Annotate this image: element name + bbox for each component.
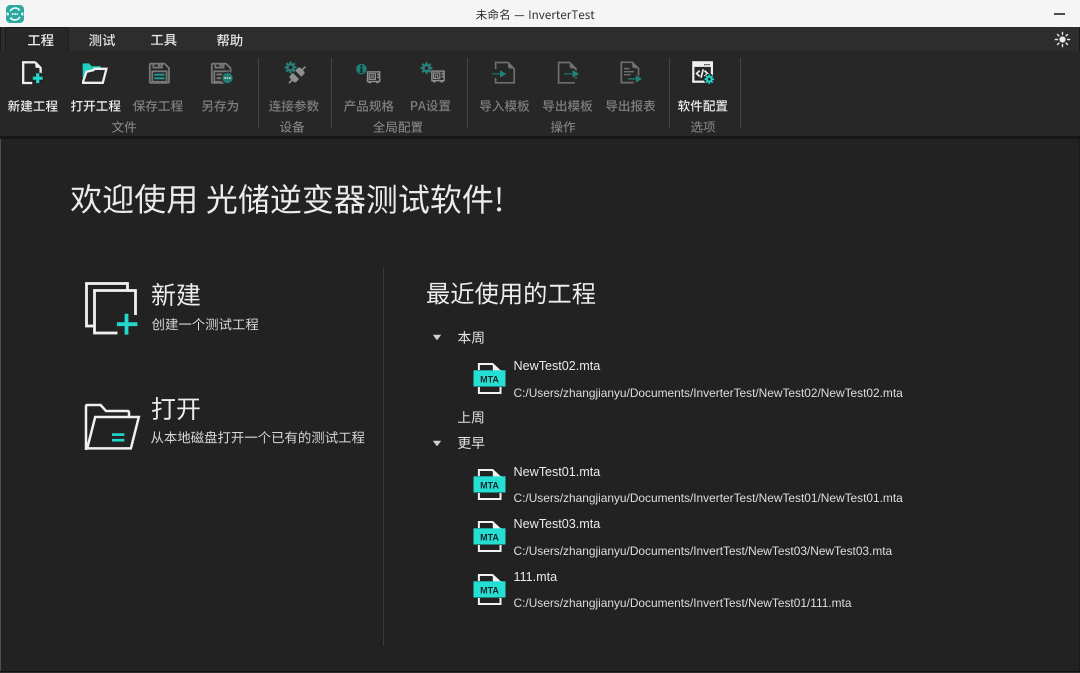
svg-text:MTA: MTA: [480, 480, 499, 490]
svg-text:MTA: MTA: [480, 585, 499, 595]
svg-text:MTA: MTA: [480, 533, 499, 543]
svg-text:MTA: MTA: [480, 375, 499, 385]
